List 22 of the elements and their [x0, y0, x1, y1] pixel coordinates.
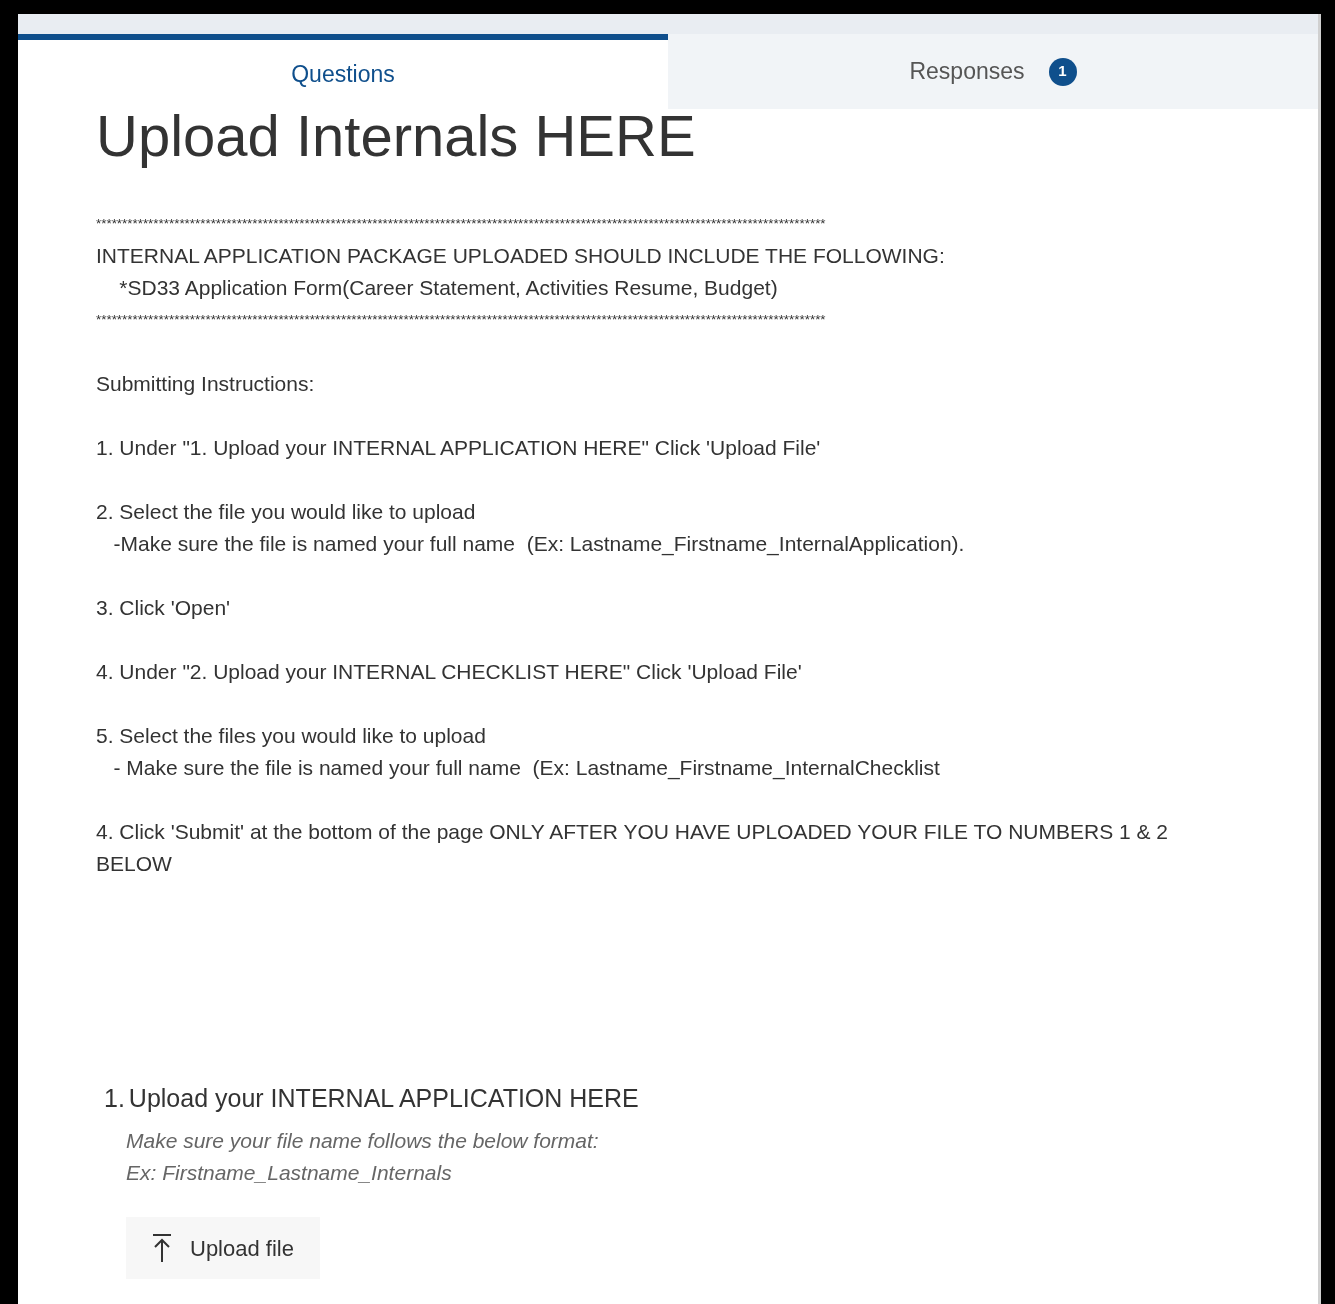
tab[interactable]: Responses 1	[668, 34, 1318, 109]
description-text: 4. Under "2. Upload your INTERNAL CHECKLIST HERE" Click 'Upload File'	[96, 658, 802, 685]
description-text: - Make sure the file is named your full name (Ex: Lastname_Firstname_InternalChecklist	[112, 754, 940, 782]
description-text: 5. Select the files you would like to upload	[96, 722, 486, 749]
question-number: 1.	[104, 1082, 125, 1114]
upload-icon	[152, 1233, 172, 1264]
upload-file-button[interactable]: Upload file	[126, 1217, 320, 1280]
description-text: -Make sure the file is named your full name (Ex: Lastname_Firstname_InternalApplication).	[112, 530, 965, 558]
description-text: 2. Select the file you would like to upload	[96, 498, 476, 525]
question-subtitle: Make sure your file name follows the below format:	[126, 1128, 599, 1155]
asterisk-divider: ********************************************************************************************************************************************	[96, 214, 826, 233]
question-subtitle: Ex: Firstname_Lastname_Internals	[126, 1160, 452, 1187]
description-text: 1. Under "1. Upload your INTERNAL APPLICATION HERE" Click 'Upload File'	[96, 434, 821, 461]
asterisk-divider: ********************************************************************************************************************************************	[96, 310, 826, 329]
description-text: 4. Click 'Submit' at the bottom of the page ONLY AFTER YOU HAVE UPLOADED YOUR FILE TO NUMBERS 1 & 2 BELOW	[96, 818, 1170, 877]
count-badge: 1	[1048, 57, 1077, 86]
description-text: 3. Click 'Open'	[96, 594, 231, 621]
question-title: Upload your INTERNAL APPLICATION HERE	[128, 1082, 639, 1114]
tab[interactable]: Questions	[18, 34, 668, 109]
description-text: Submitting Instructions:	[96, 370, 315, 397]
description-text: INTERNAL APPLICATION PACKAGE UPLOADED SHOULD INCLUDE THE FOLLOWING:	[96, 242, 945, 269]
description-text: *SD33 Application Form(Career Statement, Activities Resume, Budget)	[118, 274, 778, 301]
